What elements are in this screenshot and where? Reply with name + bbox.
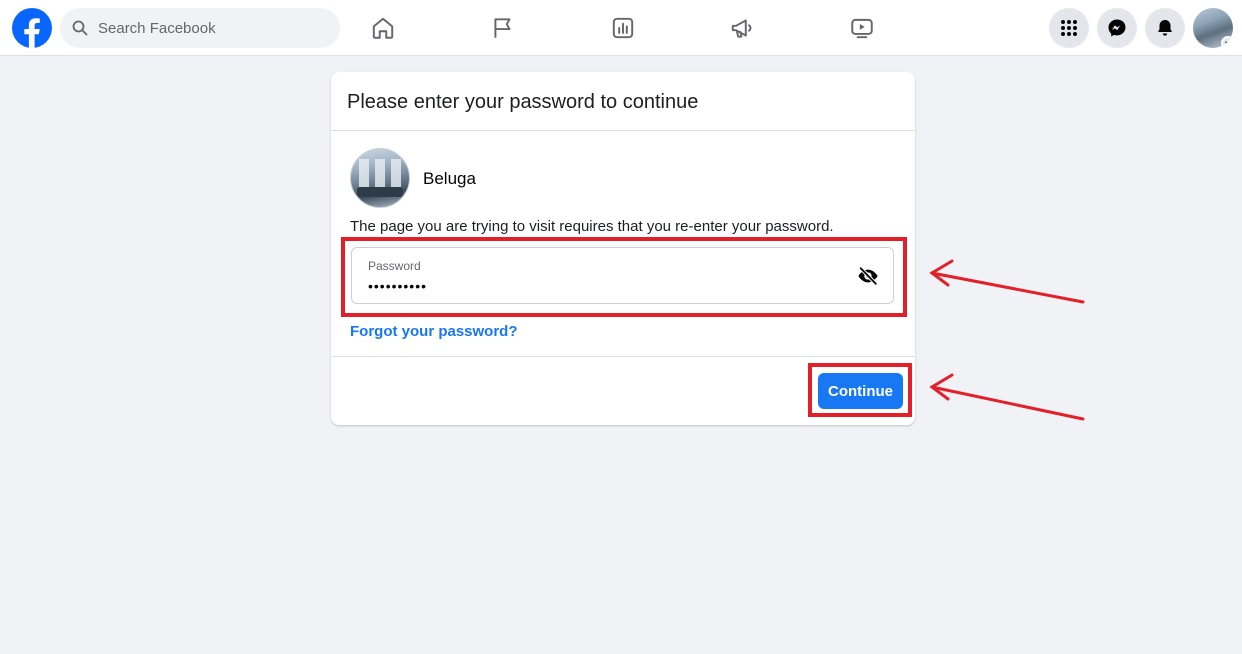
bell-icon [1158, 20, 1172, 36]
flag-icon [494, 18, 511, 38]
search-input[interactable] [96, 18, 320, 38]
arrow-icon [929, 259, 1085, 304]
top-navigation-bar [0, 0, 1242, 56]
nav-insights[interactable] [608, 12, 638, 44]
continue-highlight-box [808, 363, 912, 417]
notifications-button[interactable] [1145, 8, 1185, 48]
search-icon [72, 20, 88, 36]
annotation-arrows [929, 259, 1085, 421]
nav-home[interactable] [368, 12, 398, 44]
messenger-icon [1108, 19, 1126, 37]
arrow-icon [929, 373, 1085, 421]
facebook-logo-icon[interactable] [12, 8, 52, 48]
search-bar[interactable] [60, 8, 340, 48]
profile-avatar[interactable] [1193, 8, 1233, 48]
menu-button[interactable] [1049, 8, 1089, 48]
megaphone-icon [731, 19, 752, 38]
home-icon [372, 17, 394, 39]
dialog-divider [331, 356, 915, 357]
nav-video[interactable] [847, 12, 877, 44]
profile-name: Beluga [423, 169, 476, 188]
chart-icon [612, 17, 634, 39]
video-icon [851, 18, 873, 39]
messenger-button[interactable] [1097, 8, 1137, 48]
dialog-title: Please enter your password to continue [331, 72, 915, 131]
nav-pages[interactable] [488, 12, 518, 44]
menu-grid-icon [1061, 20, 1077, 36]
forgot-password-link[interactable]: Forgot your password? [350, 323, 518, 340]
reenter-message: The page you are trying to visit require… [350, 218, 834, 235]
nav-ads[interactable] [727, 12, 757, 44]
password-highlight-box [341, 237, 907, 317]
page-avatar [350, 148, 410, 208]
chevron-down-icon [1221, 36, 1233, 48]
